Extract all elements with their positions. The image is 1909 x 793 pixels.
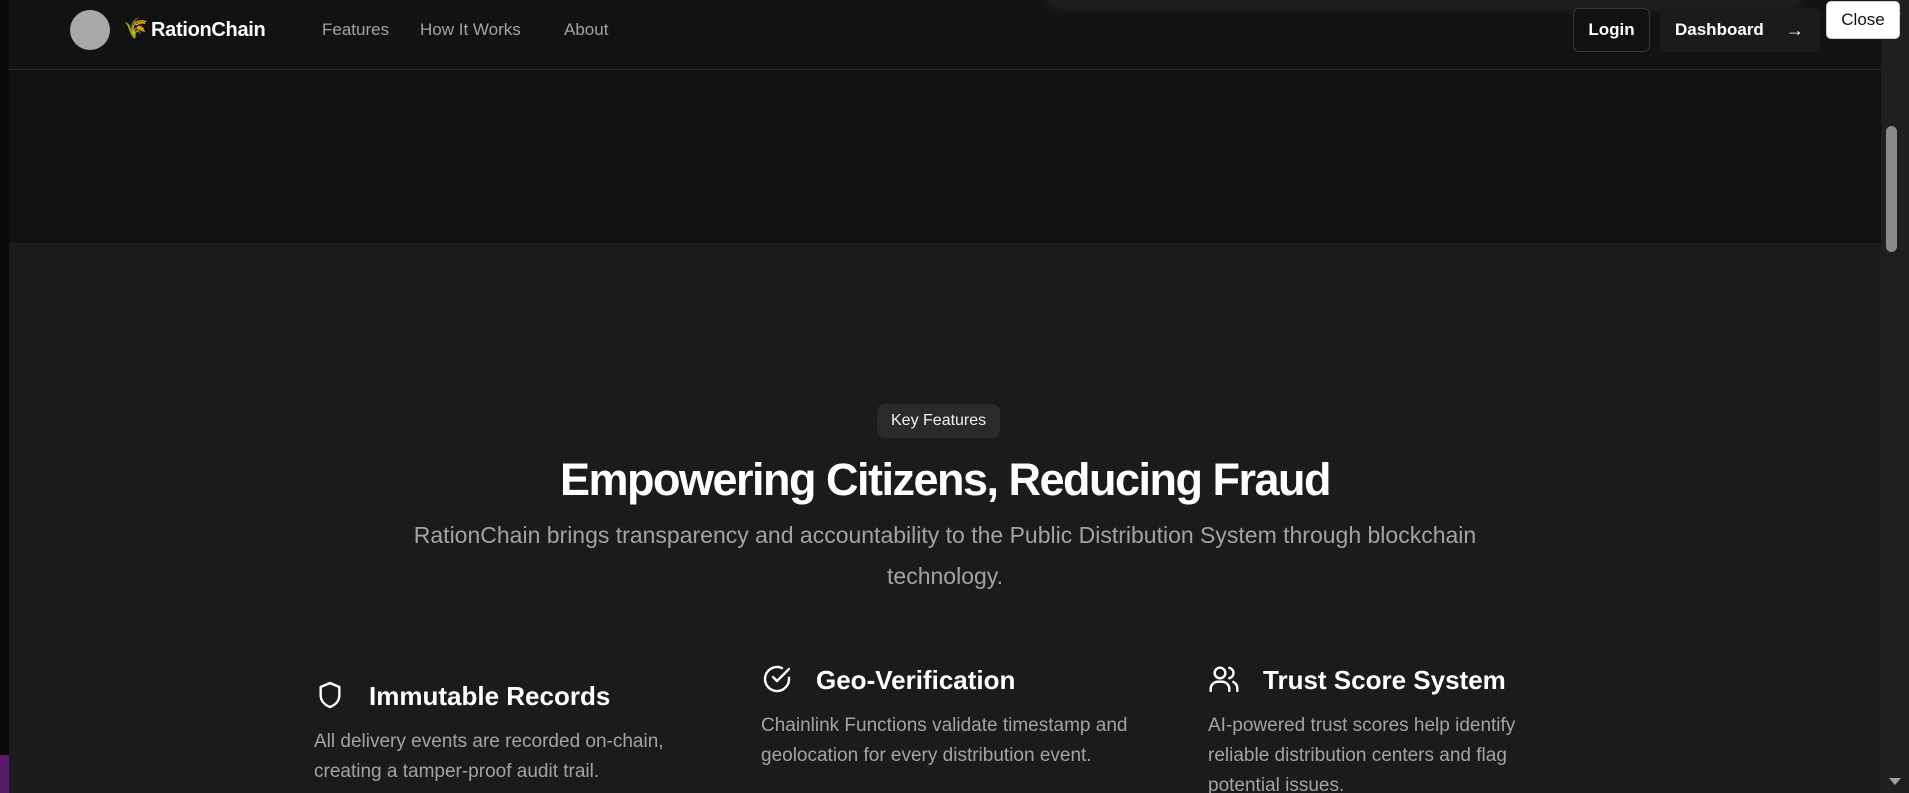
nav-link-about[interactable]: About	[564, 19, 608, 41]
section-badge: Key Features	[877, 404, 1001, 438]
avatar[interactable]	[70, 10, 110, 50]
close-button[interactable]: Close	[1826, 1, 1900, 39]
feature-description: Chainlink Functions validate timestamp a…	[761, 715, 1128, 766]
feature-description: AI-powered trust scores help identify re…	[1208, 715, 1516, 793]
login-button[interactable]: Login	[1573, 8, 1650, 52]
shield-icon	[319, 681, 341, 709]
feature-title: Geo-Verification	[816, 665, 1016, 695]
feature-description: All delivery events are recorded on-chai…	[314, 731, 664, 782]
dashboard-label: Dashboard	[1675, 20, 1764, 39]
circle-check-icon	[763, 665, 791, 693]
taskbar-stub	[0, 755, 9, 793]
page: 🌾 RationChain Features How It Works Abou…	[9, 0, 1881, 793]
users-icon	[1209, 666, 1239, 693]
feature-title: Trust Score System	[1263, 665, 1506, 695]
dashboard-button[interactable]: Dashboard →	[1660, 8, 1820, 52]
scroll-down-icon[interactable]	[1888, 777, 1902, 787]
nav-link-how-it-works[interactable]: How It Works	[420, 19, 521, 41]
wheat-icon: 🌾	[123, 18, 148, 40]
arrow-right-icon: →	[1786, 20, 1804, 40]
feature-title: Immutable Records	[369, 681, 611, 711]
floating-bar-edge	[1049, 0, 1799, 4]
hero-section	[9, 71, 1881, 243]
section-subheading: RationChain brings transparency and acco…	[413, 522, 1477, 589]
features-section: Key Features Empowering Citizens, Reduci…	[9, 243, 1881, 793]
navbar: 🌾 RationChain Features How It Works Abou…	[9, 0, 1881, 70]
nav-link-features[interactable]: Features	[322, 19, 389, 41]
brand-name[interactable]: RationChain	[151, 17, 266, 43]
scrollbar-thumb[interactable]	[1886, 126, 1897, 252]
left-window-edge	[0, 0, 9, 793]
section-heading: Empowering Citizens, Reducing Fraud	[559, 454, 1332, 505]
vertical-scrollbar[interactable]	[1881, 0, 1909, 793]
